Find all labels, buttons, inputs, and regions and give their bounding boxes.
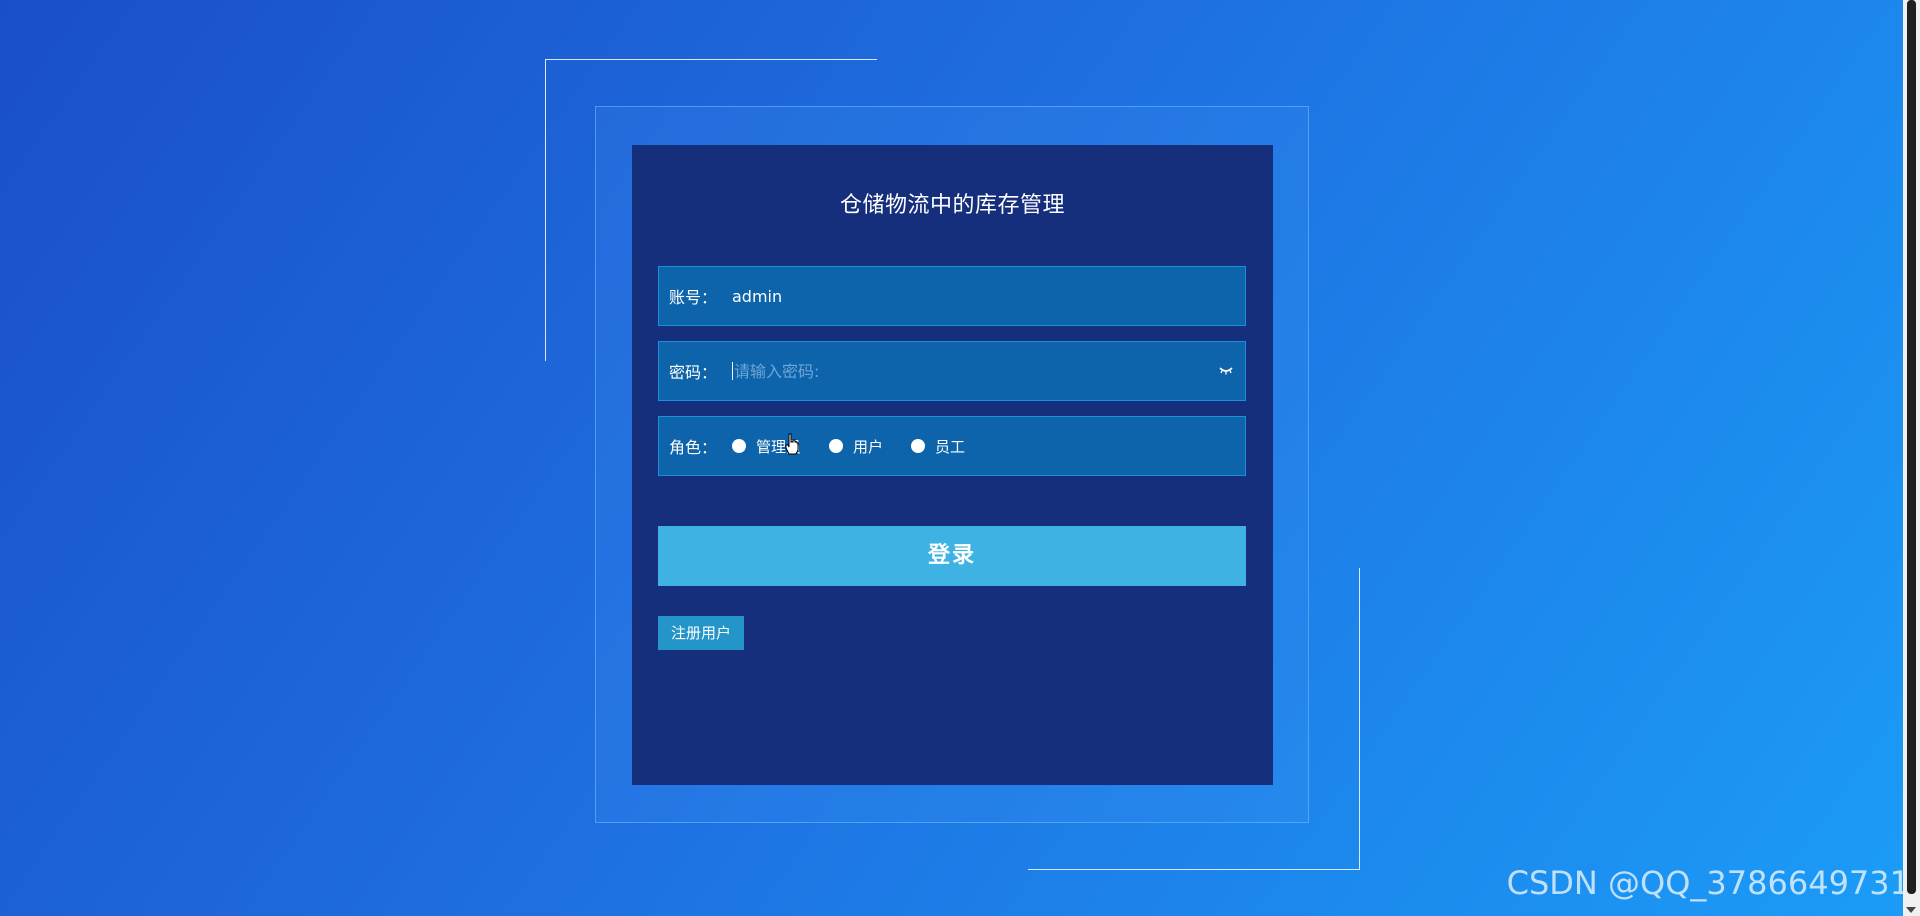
register-button[interactable]: 注册用户 [658,616,744,650]
role-option-label: 员工 [935,437,966,456]
csdn-watermark: CSDN @QQ_3786649731 [1506,864,1910,902]
radio-button[interactable] [732,439,746,453]
password-input[interactable] [734,361,1213,381]
role-label: 角色： [669,438,718,457]
role-option-staff[interactable]: 员工 [911,436,965,457]
page-title: 仓储物流中的库存管理 [839,193,1065,218]
text-caret [732,362,733,380]
role-option-user[interactable]: 用户 [829,436,883,457]
hand-cursor-icon [785,433,799,455]
login-card: 仓储物流中的库存管理 账号： admin 密码： 角色： 管理员 用户 员工 登… [632,145,1273,785]
role-option-label: 用户 [853,437,884,456]
decorative-corner-line-bottom [1028,869,1360,870]
vertical-scrollbar[interactable] [1903,0,1920,916]
scrollbar-thumb[interactable] [1907,0,1916,894]
password-field[interactable]: 密码： [658,341,1246,401]
role-field: 角色： 管理员 用户 员工 [658,416,1246,476]
eye-closed-icon[interactable] [1213,365,1239,377]
account-field[interactable]: 账号： admin [658,266,1246,326]
role-radio-group: 管理员 用户 员工 [732,436,1245,457]
login-button[interactable]: 登录 [658,526,1246,586]
decorative-corner-line-right [1359,568,1360,870]
password-label: 密码： [669,363,718,382]
scroll-down-arrow-icon[interactable] [1906,907,1916,913]
decorative-corner-line-top [545,59,877,60]
decorative-corner-line-left [545,59,546,361]
account-input[interactable]: admin [732,287,1245,306]
account-label: 账号： [669,288,718,307]
radio-button[interactable] [829,439,844,453]
radio-button[interactable] [911,439,926,453]
